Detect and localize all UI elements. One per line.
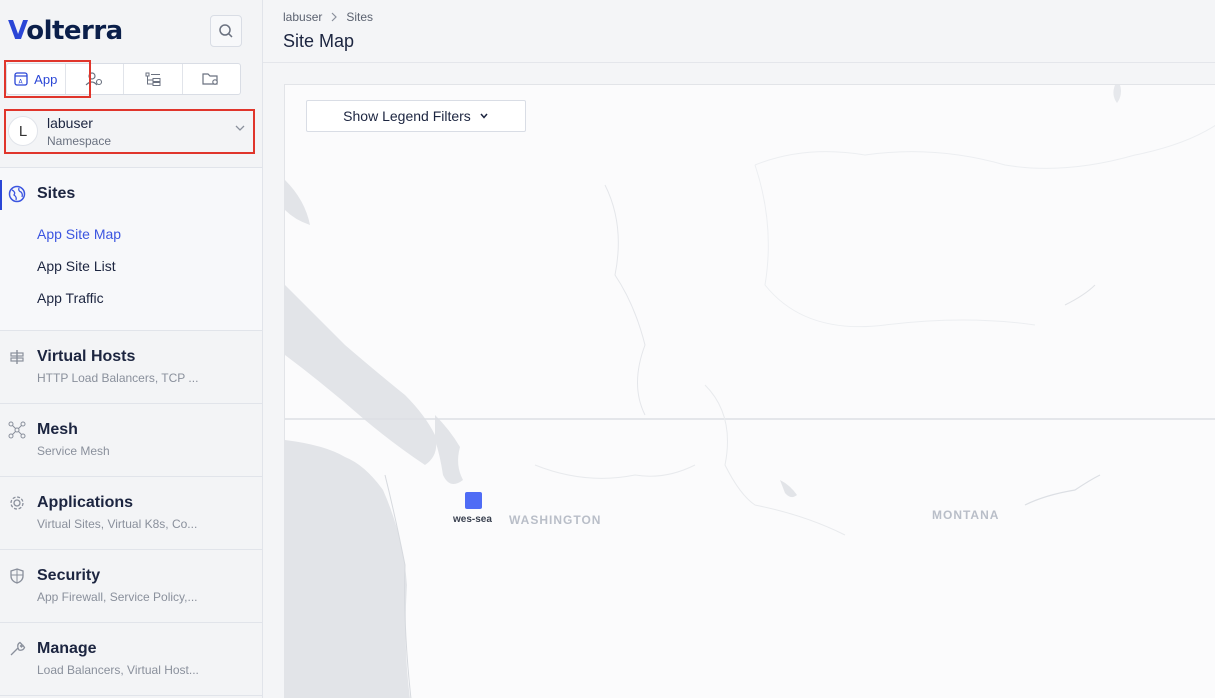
app-icon: A xyxy=(14,72,28,86)
chevron-right-icon xyxy=(331,12,338,22)
sidebar-item-desc: App Firewall, Service Policy,... xyxy=(37,590,198,604)
page-title: Site Map xyxy=(283,31,355,51)
sidebar-item-desc: Load Balancers, Virtual Host... xyxy=(37,663,199,677)
sidebar-item-sites[interactable]: Sites xyxy=(37,185,75,203)
mesh-icon xyxy=(8,421,26,439)
site-label: wes-sea xyxy=(453,514,492,525)
sidebar-item-virtual-hosts[interactable]: Virtual Hosts xyxy=(37,348,135,366)
divider xyxy=(0,476,262,477)
wrench-icon xyxy=(10,641,26,656)
shield-icon xyxy=(10,568,24,584)
sidebar-link-app-site-map[interactable]: App Site Map xyxy=(37,226,121,242)
main-content: labuser Sites Site Map Show Legend Filte… xyxy=(263,0,1215,698)
legend-button-label: Show Legend Filters xyxy=(343,108,471,124)
namespace-name: labuser xyxy=(47,114,93,131)
tab-folder-settings[interactable] xyxy=(183,64,241,94)
avatar: L xyxy=(8,116,38,146)
volterra-logo[interactable]: Volterra xyxy=(8,16,123,46)
folder-settings-icon xyxy=(202,73,219,85)
sidebar-item-mesh[interactable]: Mesh xyxy=(37,421,78,439)
region-label: MONTANA xyxy=(932,508,1000,522)
sidebar-item-desc: HTTP Load Balancers, TCP ... xyxy=(37,371,199,385)
hierarchy-icon xyxy=(145,72,161,86)
namespace-selector[interactable]: L labuser Namespace xyxy=(6,110,252,152)
chevron-down-icon xyxy=(480,113,488,119)
globe-icon xyxy=(8,185,26,203)
active-indicator xyxy=(0,180,2,210)
search-icon xyxy=(219,24,233,38)
site-map[interactable]: Show Legend Filters wes-sea WASHINGTON M… xyxy=(284,84,1215,698)
sidebar-link-app-traffic[interactable]: App Traffic xyxy=(37,290,104,306)
divider xyxy=(0,695,262,696)
map-background xyxy=(285,85,1215,698)
gear-icon xyxy=(10,496,24,510)
divider xyxy=(0,622,262,623)
sidebar-link-app-site-list[interactable]: App Site List xyxy=(37,258,116,274)
search-button[interactable] xyxy=(210,15,242,47)
tab-app[interactable]: A App xyxy=(7,64,66,94)
tab-hierarchy[interactable] xyxy=(124,64,183,94)
divider xyxy=(0,403,262,404)
users-icon xyxy=(85,72,103,86)
workspace-tabs: A App xyxy=(6,63,241,95)
namespace-label: Namespace xyxy=(47,133,112,148)
sidebar: Volterra A App L labuser Namespace Sites xyxy=(0,0,263,698)
sidebar-item-applications[interactable]: Applications xyxy=(37,494,133,512)
tab-users[interactable] xyxy=(66,64,124,94)
divider xyxy=(0,549,262,550)
sidebar-item-manage[interactable]: Manage xyxy=(37,640,97,658)
divider xyxy=(0,330,262,331)
sidebar-item-desc: Service Mesh xyxy=(37,444,110,458)
breadcrumb-item-sites[interactable]: Sites xyxy=(346,10,373,24)
virtual-hosts-icon xyxy=(10,350,24,364)
sidebar-item-desc: Virtual Sites, Virtual K8s, Co... xyxy=(37,517,198,531)
page-header: labuser Sites Site Map xyxy=(263,0,1215,63)
sidebar-item-security[interactable]: Security xyxy=(37,567,100,585)
breadcrumb: labuser Sites xyxy=(283,10,373,24)
tab-app-label: App xyxy=(34,71,58,87)
chevron-down-icon xyxy=(235,125,245,131)
show-legend-filters-button[interactable]: Show Legend Filters xyxy=(306,100,526,132)
site-marker[interactable] xyxy=(465,492,482,509)
breadcrumb-item-namespace[interactable]: labuser xyxy=(283,10,322,24)
region-label: WASHINGTON xyxy=(509,513,602,527)
